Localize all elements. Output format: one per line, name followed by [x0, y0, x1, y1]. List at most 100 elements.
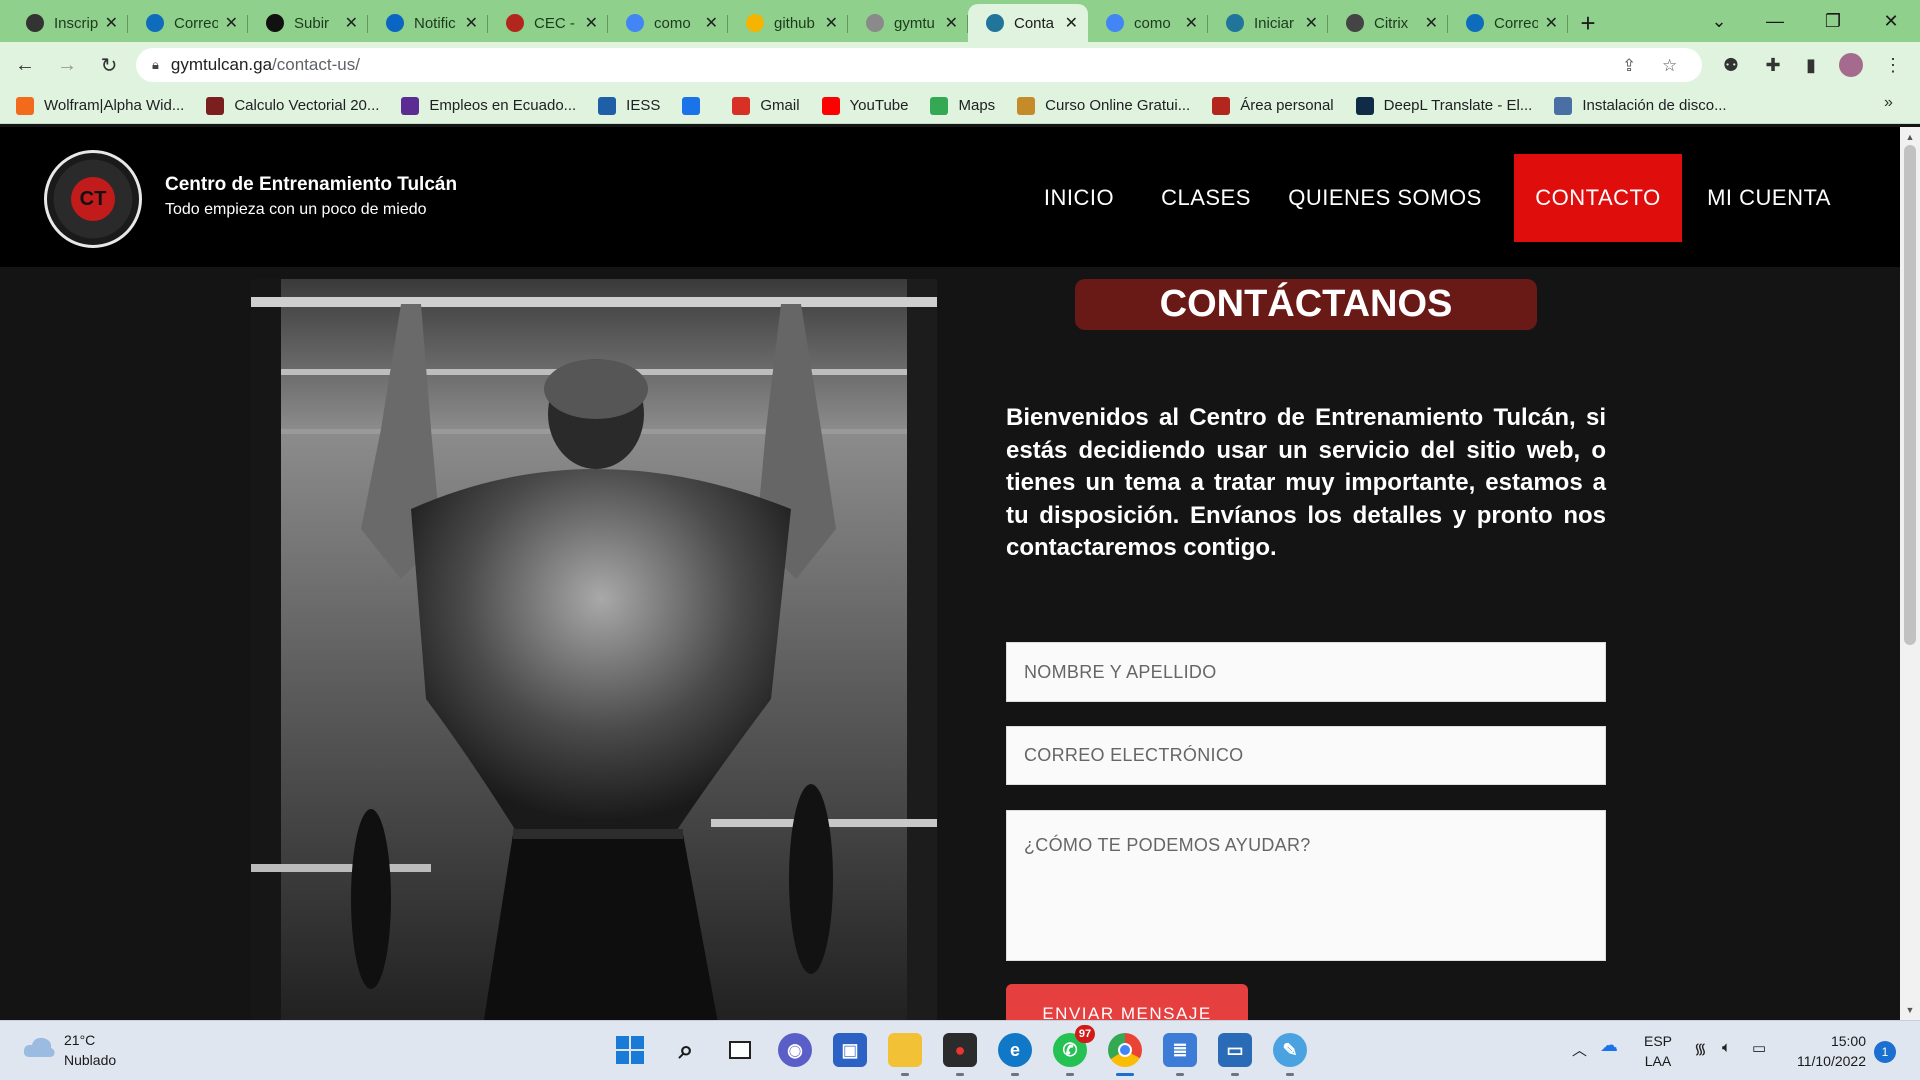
minimize-button[interactable]: —: [1746, 0, 1804, 42]
language-indicator[interactable]: ESP LAA: [1644, 1031, 1672, 1071]
back-button[interactable]: ←: [8, 48, 42, 82]
share-icon[interactable]: ⇪: [1622, 56, 1636, 76]
close-icon[interactable]: ✕: [705, 13, 718, 33]
menu-kebab-icon[interactable]: ⋮: [1876, 48, 1910, 82]
close-icon[interactable]: ✕: [465, 13, 478, 33]
bookmark-item[interactable]: Wolfram|Alpha Wid...: [16, 96, 184, 115]
bookmark-label: Maps: [958, 97, 996, 114]
scroll-up-icon[interactable]: ▲: [1900, 129, 1920, 145]
side-panel-icon[interactable]: ▮: [1794, 48, 1828, 82]
bookmark-item[interactable]: Gmail: [732, 96, 800, 115]
close-icon[interactable]: ✕: [1425, 13, 1438, 33]
weather-temperature[interactable]: 21°C: [64, 1032, 95, 1048]
profile-avatar[interactable]: [1834, 48, 1868, 82]
onedrive-icon[interactable]: ☁: [1600, 1035, 1618, 1056]
page-scrollbar[interactable]: ▲ ▼: [1900, 127, 1920, 1020]
browser-tab[interactable]: Subir ✕: [248, 4, 368, 42]
restore-button[interactable]: ❐: [1804, 0, 1862, 42]
browser-tab[interactable]: Iniciar ✕: [1208, 4, 1328, 42]
extension-icon[interactable]: ⚉: [1714, 48, 1748, 82]
bookmarks-bar: Wolfram|Alpha Wid... Calculo Vectorial 20…: [0, 88, 1920, 124]
weather-description[interactable]: Nublado: [64, 1052, 116, 1068]
message-textarea[interactable]: [1006, 810, 1606, 961]
browser-tab[interactable]: Conta ✕: [968, 4, 1088, 42]
bookmark-item[interactable]: Curso Online Gratui...: [1017, 96, 1190, 115]
cloud-icon[interactable]: [22, 1035, 56, 1059]
close-icon[interactable]: ✕: [1185, 13, 1198, 33]
search-icon[interactable]: ⌕: [669, 1033, 703, 1067]
more-bookmarks-icon[interactable]: »: [1884, 94, 1893, 112]
close-icon[interactable]: ✕: [345, 13, 358, 33]
bookmark-item[interactable]: Área personal: [1212, 96, 1334, 115]
scroll-down-icon[interactable]: ▼: [1900, 1002, 1920, 1018]
whatsapp-icon[interactable]: ✆ 97: [1053, 1025, 1095, 1076]
bookmark-item[interactable]: YouTube: [821, 96, 908, 115]
bookmark-item[interactable]: Maps: [930, 96, 996, 115]
nav-quienes-somos[interactable]: QUIENES SOMOS: [1282, 154, 1488, 242]
close-icon[interactable]: ✕: [945, 13, 958, 33]
close-icon[interactable]: ✕: [225, 13, 238, 33]
globe-icon: [26, 14, 44, 32]
bookmark-item[interactable]: DeepL Translate - El...: [1355, 96, 1532, 115]
battery-icon[interactable]: ▭: [1752, 1039, 1766, 1057]
close-icon[interactable]: ✕: [585, 13, 598, 33]
clock[interactable]: 15:00 11/10/2022: [1790, 1031, 1866, 1071]
forward-button[interactable]: →: [50, 48, 84, 82]
tab-strip: Inscrip ✕ Correo ✕ Subir ✕ Notific ✕ CEC - ✕ como ✕…: [0, 0, 1920, 42]
chrome-icon[interactable]: [1108, 1033, 1142, 1076]
paint-icon[interactable]: ✎: [1273, 1033, 1307, 1076]
nav-mi-cuenta[interactable]: MI CUENTA: [1696, 154, 1842, 242]
nav-inicio[interactable]: INICIO: [1024, 154, 1134, 242]
tray-chevron-icon[interactable]: ︿: [1572, 1039, 1587, 1060]
store-icon[interactable]: ▣: [833, 1033, 867, 1067]
new-tab-button[interactable]: +: [1568, 4, 1608, 42]
site-title[interactable]: Centro de Entrenamiento Tulcán: [165, 174, 457, 196]
volume-icon[interactable]: 🔈︎: [1722, 1039, 1731, 1056]
name-input[interactable]: [1006, 642, 1606, 702]
notepad-icon[interactable]: ≣: [1163, 1033, 1197, 1076]
bookmark-item[interactable]: IESS: [598, 96, 660, 115]
remote-desktop-icon[interactable]: ▭: [1218, 1033, 1252, 1076]
language-code: ESP: [1644, 1033, 1673, 1049]
nav-contacto[interactable]: CONTACTO: [1514, 154, 1682, 242]
close-icon[interactable]: ✕: [1545, 13, 1558, 33]
bookmark-item[interactable]: Empleos en Ecuado...: [401, 96, 576, 115]
browser-tab[interactable]: Correo ✕: [1448, 4, 1568, 42]
close-icon[interactable]: ✕: [1305, 13, 1318, 33]
browser-tab[interactable]: gymtu ✕: [848, 4, 968, 42]
bookmark-item[interactable]: Instalación de disco...: [1554, 96, 1727, 115]
contact-heading: CONTÁCTANOS: [1075, 279, 1537, 330]
browser-tab[interactable]: Inscrip ✕: [8, 4, 128, 42]
chat-icon[interactable]: ◉: [778, 1033, 812, 1067]
site-logo[interactable]: CT: [44, 150, 142, 248]
close-icon[interactable]: ✕: [105, 13, 118, 33]
browser-tab[interactable]: Notific ✕: [368, 4, 488, 42]
edge-icon[interactable]: e: [998, 1033, 1032, 1076]
close-icon[interactable]: ✕: [1065, 13, 1078, 33]
browser-tab[interactable]: github ✕: [728, 4, 848, 42]
reload-button[interactable]: ↻: [92, 48, 126, 82]
bookmark-item[interactable]: Calculo Vectorial 20...: [206, 96, 379, 115]
bookmark-star-icon[interactable]: ☆: [1662, 56, 1677, 76]
browser-tab[interactable]: Correo ✕: [128, 4, 248, 42]
screen-recorder-icon[interactable]: ●: [943, 1033, 977, 1076]
close-icon[interactable]: ✕: [825, 13, 838, 33]
tab-search-icon[interactable]: ⌄: [1690, 0, 1748, 42]
task-view-icon[interactable]: [723, 1033, 757, 1067]
nav-clases[interactable]: CLASES: [1150, 154, 1262, 242]
browser-tab[interactable]: Citrix ✕: [1328, 4, 1448, 42]
notification-badge[interactable]: 1: [1874, 1041, 1896, 1063]
browser-tab[interactable]: CEC - ✕: [488, 4, 608, 42]
scroll-thumb[interactable]: [1904, 145, 1916, 645]
close-window-button[interactable]: ✕: [1862, 0, 1920, 42]
windows-start-icon[interactable]: [613, 1033, 647, 1067]
extensions-puzzle-icon[interactable]: ✚: [1756, 48, 1790, 82]
browser-tab[interactable]: como ✕: [1088, 4, 1208, 42]
wifi-icon[interactable]: ᯾: [1694, 1039, 1707, 1059]
bookmark-item[interactable]: [682, 96, 710, 115]
browser-tab[interactable]: como ✕: [608, 4, 728, 42]
file-explorer-icon[interactable]: [888, 1033, 922, 1076]
send-message-button[interactable]: ENVIAR MENSAJE: [1006, 984, 1248, 1020]
address-bar[interactable]: 🔒︎ gymtulcan.ga/contact-us/ ⇪ ☆: [136, 48, 1702, 82]
email-input[interactable]: [1006, 726, 1606, 785]
